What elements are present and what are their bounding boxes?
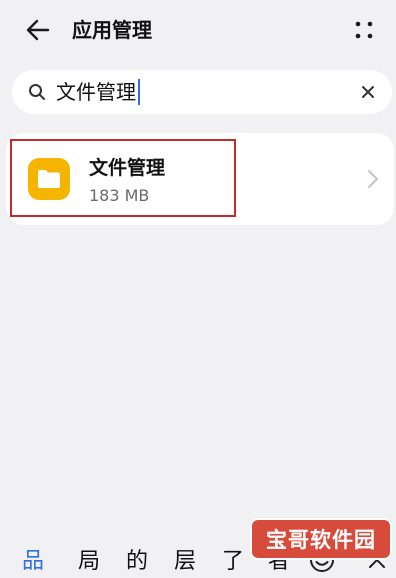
candidate-item[interactable]: 层 [174, 548, 196, 576]
candidate-item[interactable]: 的 [126, 548, 148, 576]
candidate-item[interactable]: 了 [222, 548, 244, 576]
search-input[interactable]: 文件管理 [56, 76, 140, 108]
app-icon [28, 158, 70, 200]
search-input-text: 文件管理 [56, 80, 136, 104]
app-name: 文件管理 [89, 157, 166, 179]
text-caret [138, 79, 140, 105]
search-bar[interactable]: 文件管理 [12, 70, 392, 114]
back-button[interactable] [22, 14, 54, 46]
clear-search-button[interactable] [356, 80, 380, 104]
app-size: 183 MB [89, 186, 150, 205]
folder-icon [38, 170, 60, 188]
watermark-logo: 宝哥软件园 [252, 520, 390, 558]
candidate-item[interactable]: 品 [22, 548, 44, 576]
chevron-right-icon [368, 170, 378, 188]
close-icon [362, 86, 374, 98]
app-list-item[interactable]: 文件管理 183 MB [6, 133, 394, 225]
more-grid-icon [355, 21, 373, 39]
app-header: 应用管理 [0, 0, 396, 60]
back-arrow-icon [26, 19, 50, 41]
more-button[interactable] [348, 14, 380, 46]
page-title: 应用管理 [72, 18, 152, 42]
candidate-item[interactable]: 局 [78, 548, 100, 576]
search-icon [29, 84, 45, 100]
